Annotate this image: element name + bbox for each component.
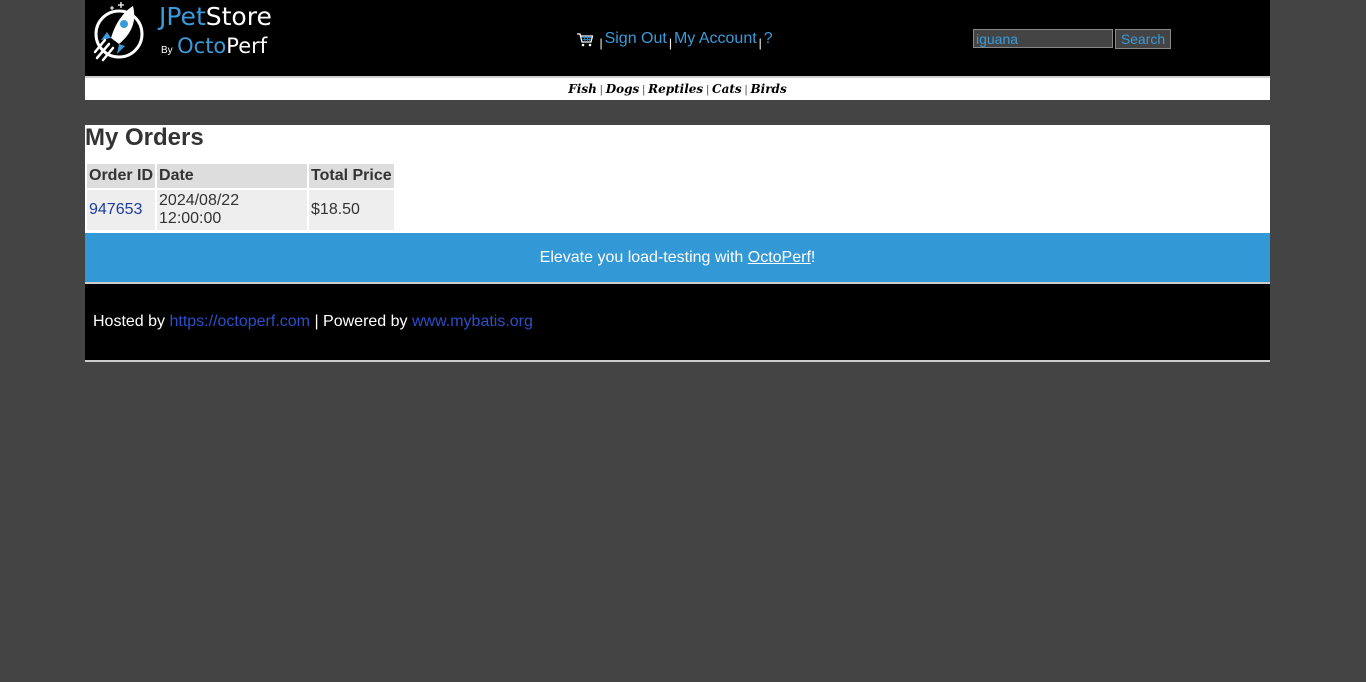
page-title: My Orders: [85, 124, 204, 151]
main-content: My Orders Order ID Date Total Price 9476…: [85, 125, 1270, 233]
quick-links-bar: Fish | Dogs | Reptiles | Cats | Birds: [85, 78, 1270, 100]
order-id-cell: 947653: [87, 190, 156, 230]
orders-table: Order ID Date Total Price 947653 2024/08…: [85, 162, 396, 232]
top-menu: | Sign Out | My Account |?: [577, 29, 773, 50]
search-button[interactable]: Search: [1115, 29, 1171, 49]
quicklink-fish[interactable]: Fish: [568, 82, 597, 96]
page-container: JPetStore By OctoPerf | Sign Out | My Accou…: [85, 0, 1270, 362]
search-form: Search: [973, 29, 1171, 49]
promo-text: Elevate you load-testing with: [539, 249, 748, 266]
quicklink-separator: |: [706, 84, 710, 96]
hosted-by-link[interactable]: https://octoperf.com: [169, 313, 310, 330]
cart-icon: [577, 33, 593, 47]
quicklink-cats[interactable]: Cats: [712, 82, 742, 96]
table-row: 947653 2024/08/22 12:00:00 $18.50: [87, 190, 394, 230]
logo-by-octoperf: By OctoPerf: [161, 34, 268, 58]
quicklink-separator: |: [642, 84, 646, 96]
footer: Hosted by https://octoperf.com | Powered…: [85, 284, 1270, 362]
my-account-link[interactable]: My Account: [674, 30, 757, 47]
menu-separator: |: [668, 36, 672, 50]
logo-link[interactable]: JPetStore By OctoPerf: [93, 0, 273, 64]
hosted-by-label: Hosted by: [93, 313, 170, 330]
menu-separator: |: [599, 36, 603, 50]
footer-text: Hosted by https://octoperf.com | Powered…: [93, 313, 533, 331]
menu-separator: |: [758, 36, 762, 50]
column-header-date: Date: [157, 164, 308, 188]
header: JPetStore By OctoPerf | Sign Out | My Accou…: [85, 0, 1270, 78]
quicklink-separator: |: [599, 84, 603, 96]
sign-out-link[interactable]: Sign Out: [605, 30, 667, 47]
powered-by-link[interactable]: www.mybatis.org: [412, 313, 533, 330]
octoperf-link[interactable]: OctoPerf: [748, 249, 811, 266]
rocket-logo-icon: [93, 2, 144, 62]
help-link[interactable]: ?: [764, 30, 773, 47]
column-header-total-price: Total Price: [309, 164, 394, 188]
logo-jpetstore: JPetStore: [159, 2, 272, 31]
promo-banner: Elevate you load-testing with OctoPerf!: [85, 233, 1270, 284]
powered-by-label: | Powered by: [310, 313, 412, 330]
order-id-link[interactable]: 947653: [89, 201, 142, 218]
quicklink-separator: |: [744, 84, 748, 96]
table-header-row: Order ID Date Total Price: [87, 164, 394, 188]
search-input[interactable]: [973, 29, 1113, 48]
cart-link[interactable]: [577, 30, 597, 47]
order-total-cell: $18.50: [309, 190, 394, 230]
quicklink-reptiles[interactable]: Reptiles: [648, 82, 703, 96]
column-header-order-id: Order ID: [87, 164, 156, 188]
order-date-cell: 2024/08/22 12:00:00: [157, 190, 308, 230]
quicklink-birds[interactable]: Birds: [751, 82, 787, 96]
quicklink-dogs[interactable]: Dogs: [606, 82, 640, 96]
promo-suffix: !: [810, 249, 816, 266]
